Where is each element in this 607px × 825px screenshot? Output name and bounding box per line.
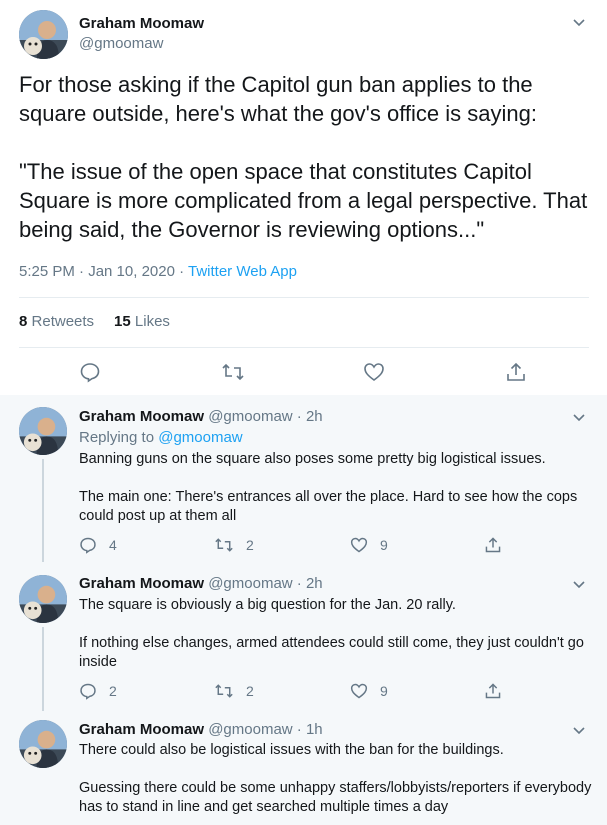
thread-line [42,459,44,562]
replying-to-link[interactable]: @gmoomaw [158,429,242,446]
reply-count: 2 [109,683,117,699]
retweet-icon [215,538,233,552]
retweet-button[interactable] [221,361,245,383]
author-handle[interactable]: @gmoomaw [79,35,163,52]
tweet-stats: 8 Retweets 15 Likes [19,313,170,330]
retweet-icon [222,363,244,381]
reply-header: Graham Moomaw @gmoomaw · 2h [79,575,323,592]
reply-text: The square is obviously a big question f… [79,597,584,670]
like-icon [364,363,384,381]
avatar[interactable] [19,575,67,623]
likes-label[interactable]: Likes [135,313,170,330]
author-handle[interactable]: @gmoomaw · 2h [208,575,322,592]
reply-header: Graham Moomaw @gmoomaw · 2h [79,408,323,425]
retweet-count: 2 [246,537,254,553]
retweet-count[interactable]: 8 [19,313,27,330]
author-name[interactable]: Graham Moomaw [79,15,204,32]
main-tweet: Graham Moomaw @gmoomaw For those asking … [0,0,607,395]
tweet-time[interactable]: 5:25 PM · Jan 10, 2020 · [19,263,188,280]
like-icon [350,683,368,699]
retweet-icon [215,684,233,698]
divider [19,297,589,298]
reply-button[interactable] [79,361,101,383]
chevron-down-icon[interactable] [571,722,587,738]
share-button[interactable] [484,682,502,700]
reply-header: Graham Moomaw @gmoomaw · 1h [79,721,323,738]
chevron-down-icon[interactable] [571,409,587,425]
replying-prefix: Replying to [79,429,159,446]
tweet-source[interactable]: Twitter Web App [188,263,297,280]
share-icon [507,362,525,381]
share-icon [485,537,501,553]
reply-icon [80,683,96,700]
tweet-timestamp: 5:25 PM · Jan 10, 2020 · Twitter Web App [19,263,297,280]
avatar[interactable] [19,10,68,59]
share-button[interactable] [505,361,527,383]
avatar[interactable] [19,720,67,768]
like-count[interactable]: 15 [114,313,131,330]
like-button[interactable] [363,361,385,383]
reply-text: There could also be logistical issues wi… [79,742,592,815]
tweet-text: For those asking if the Capitol gun ban … [19,72,588,242]
reply-thread: Graham Moomaw @gmoomaw · 2h Replying to … [0,395,607,825]
reply-button[interactable]: 4 [79,536,117,554]
like-button[interactable]: 9 [350,682,388,700]
like-count: 9 [380,683,388,699]
divider [19,347,589,348]
share-icon [485,683,501,699]
author-handle[interactable]: @gmoomaw · 1h [208,721,322,738]
retweet-count: 2 [246,683,254,699]
reply-count: 4 [109,537,117,553]
avatar[interactable] [19,407,67,455]
retweet-button[interactable]: 2 [214,536,254,554]
replying-to: Replying to @gmoomaw [79,429,243,446]
reply-text: Banning guns on the square also poses so… [79,451,578,524]
like-button[interactable]: 9 [350,536,388,554]
chevron-down-icon[interactable] [571,576,587,592]
chevron-down-icon[interactable] [571,14,587,30]
author-name[interactable]: Graham Moomaw [79,575,204,592]
author-name[interactable]: Graham Moomaw [79,408,204,425]
author-name[interactable]: Graham Moomaw [79,721,204,738]
author-handle[interactable]: @gmoomaw · 2h [208,408,322,425]
share-button[interactable] [484,536,502,554]
thread-line [42,627,44,711]
retweets-label[interactable]: Retweets [32,313,95,330]
retweet-button[interactable]: 2 [214,682,254,700]
like-icon [350,537,368,553]
reply-icon [80,363,100,383]
reply-icon [80,537,96,554]
reply-button[interactable]: 2 [79,682,117,700]
like-count: 9 [380,537,388,553]
